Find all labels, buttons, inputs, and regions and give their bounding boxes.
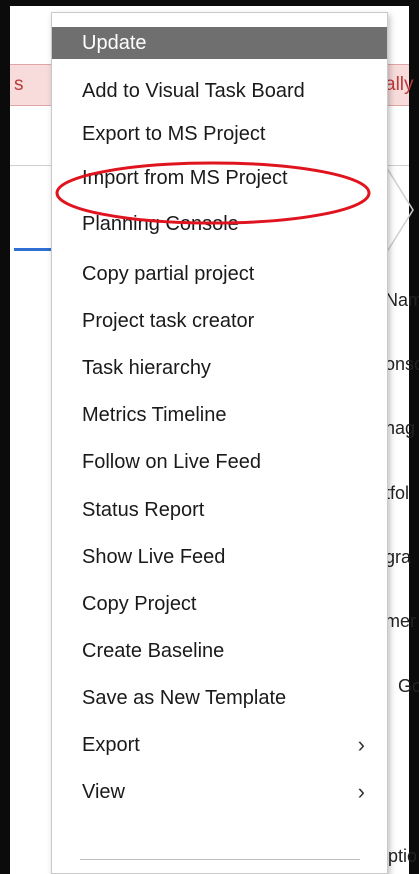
menu-item-follow-on-live-feed[interactable]: Follow on Live Feed bbox=[52, 446, 387, 478]
chevron-right-icon: › bbox=[357, 732, 365, 757]
menu-item-planning-console[interactable]: Planning Console bbox=[52, 208, 387, 240]
menu-item-label: Export bbox=[82, 733, 140, 756]
menu-item-show-live-feed[interactable]: Show Live Feed bbox=[52, 541, 387, 573]
menu-divider bbox=[80, 859, 360, 860]
menu-item-label: Follow on Live Feed bbox=[82, 450, 261, 473]
error-banner-text-left: s bbox=[14, 74, 24, 95]
menu-item-label: Copy Project bbox=[82, 592, 197, 615]
menu-item-label: Import from MS Project bbox=[82, 166, 288, 189]
field-label-portfolio: tfol bbox=[385, 483, 410, 503]
menu-item-label: Export to MS Project bbox=[82, 122, 266, 145]
menu-item-copy-project[interactable]: Copy Project bbox=[52, 588, 387, 620]
screen-frame-top bbox=[0, 0, 419, 6]
project-actions-menu: Update Add to Visual Task Board Export t… bbox=[51, 12, 388, 874]
menu-item-label: Project task creator bbox=[82, 309, 255, 332]
menu-item-export[interactable]: Export › bbox=[52, 729, 387, 761]
field-label-program: gra bbox=[385, 547, 412, 567]
menu-item-label: Copy partial project bbox=[82, 262, 255, 285]
menu-item-label: Create Baseline bbox=[82, 639, 225, 662]
field-label-goal: Go bbox=[398, 676, 419, 696]
menu-item-save-as-new-template[interactable]: Save as New Template bbox=[52, 682, 387, 714]
menu-item-project-task-creator[interactable]: Project task creator bbox=[52, 305, 387, 337]
menu-item-label: Planning Console bbox=[82, 212, 239, 235]
menu-item-label: Metrics Timeline bbox=[82, 403, 227, 426]
menu-item-label: Save as New Template bbox=[82, 686, 287, 709]
chevron-right-icon: › bbox=[357, 779, 365, 804]
process-chevron-icon bbox=[385, 165, 414, 255]
error-banner-text-right: ally bbox=[385, 74, 414, 95]
menu-item-view[interactable]: View › bbox=[52, 776, 387, 808]
menu-item-label: Status Report bbox=[82, 498, 205, 521]
menu-item-task-hierarchy[interactable]: Task hierarchy bbox=[52, 352, 387, 384]
menu-item-update[interactable]: Update bbox=[52, 27, 387, 59]
menu-item-status-report[interactable]: Status Report bbox=[52, 494, 387, 526]
field-label-name: Nam bbox=[385, 290, 419, 310]
menu-item-label: Task hierarchy bbox=[82, 356, 211, 379]
menu-item-create-baseline[interactable]: Create Baseline bbox=[52, 635, 387, 667]
menu-item-label: View bbox=[82, 780, 125, 803]
menu-item-label: Add to Visual Task Board bbox=[82, 79, 305, 102]
menu-item-metrics-timeline[interactable]: Metrics Timeline bbox=[52, 399, 387, 431]
menu-item-copy-partial-project[interactable]: Copy partial project bbox=[52, 258, 387, 290]
field-label-department: mer bbox=[385, 611, 416, 631]
menu-item-export-to-ms-project[interactable]: Export to MS Project bbox=[52, 118, 387, 150]
field-label-description: ptio bbox=[388, 846, 418, 866]
screen-frame-left bbox=[0, 0, 10, 874]
field-label-sponsor: onso bbox=[385, 354, 419, 374]
menu-item-import-from-ms-project[interactable]: Import from MS Project bbox=[52, 162, 387, 194]
menu-item-label: Update bbox=[82, 31, 147, 54]
menu-item-label: Show Live Feed bbox=[82, 545, 226, 568]
menu-item-add-to-visual-task-board[interactable]: Add to Visual Task Board bbox=[52, 75, 387, 107]
field-label-manager: nag bbox=[385, 418, 416, 438]
